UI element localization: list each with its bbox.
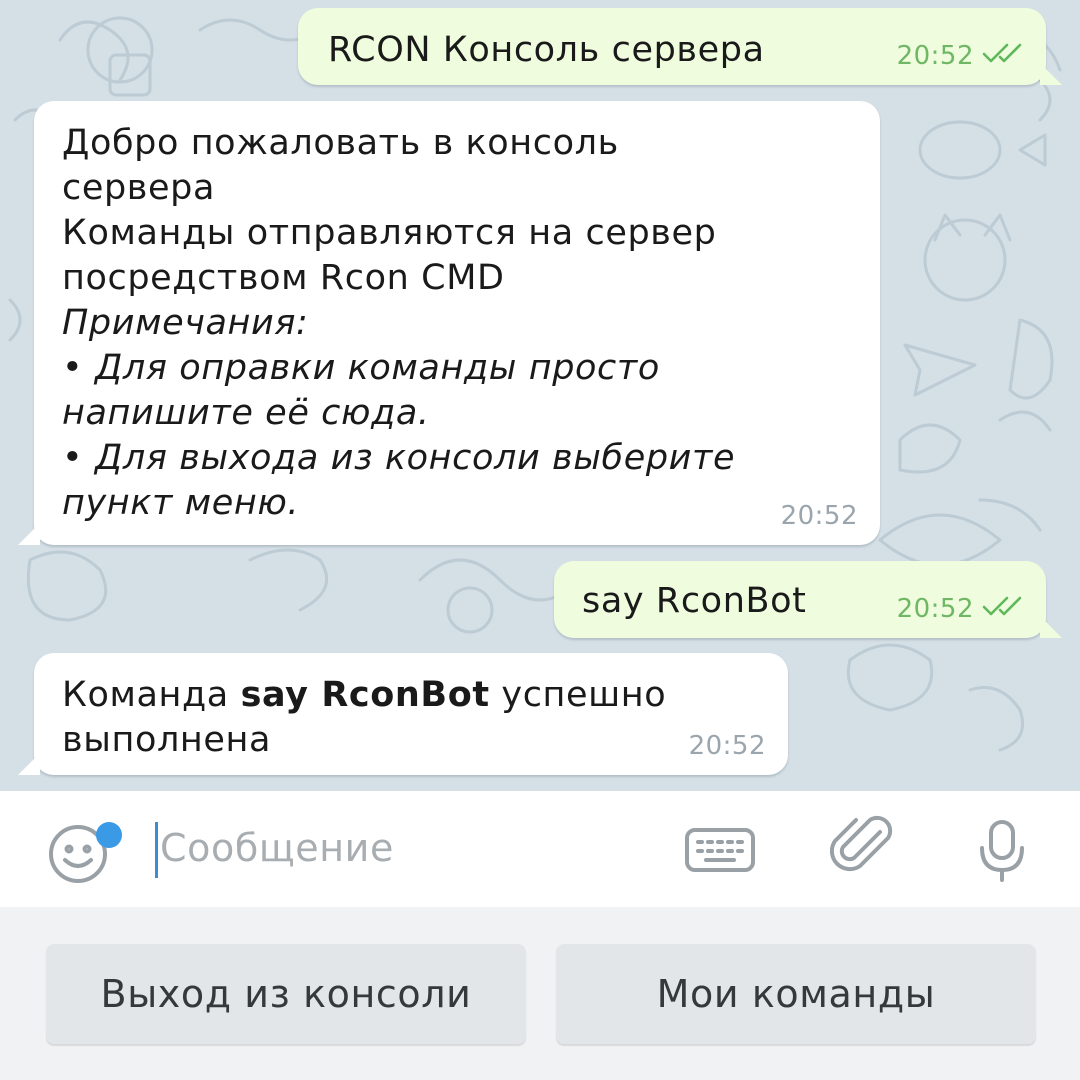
message-line: выполнена [62,720,272,760]
my-commands-button[interactable]: Мои команды [556,944,1036,1044]
message-meta: 20:52 [897,41,1024,72]
message-line: • Для оправки команды просто [62,348,660,388]
message-text: Команда say RconBot успешно выполнена [62,673,666,763]
message-text-prefix: Команда [62,675,241,715]
message-time: 20:52 [780,501,858,531]
message-line: пункт меню. [62,483,300,523]
message-command-bold: say RconBot [240,675,490,715]
message-text: Добро пожаловать в консоль сервера Коман… [62,121,735,526]
message-line: Команда say RconBot успешно [62,673,666,718]
outgoing-message-bubble[interactable]: say RconBot 20:52 [554,561,1062,638]
paperclip-icon[interactable] [829,812,900,882]
message-line: Добро пожаловать в консоль [62,123,619,163]
incoming-message-bubble[interactable]: Команда say RconBot успешно выполнена 20… [18,653,788,775]
message-input[interactable] [154,818,654,878]
text-cursor [155,822,158,878]
exit-console-button[interactable]: Выход из консоли [46,944,526,1044]
double-check-icon [982,41,1024,71]
message-line: посредством Rcon CMD [62,258,505,298]
message-line: • Для выхода из консоли выберите [62,438,736,478]
message-text-suffix: успешно [489,675,667,715]
message-time: 20:52 [688,731,766,761]
message-text: say RconBot [582,581,807,621]
message-line: сервера [62,168,216,208]
keyboard-icon[interactable] [684,826,756,874]
smiley-face-icon[interactable] [46,822,122,884]
message-text: RCON Консоль сервера [328,30,765,70]
message-time: 20:52 [896,593,974,624]
notification-dot [96,822,122,848]
double-check-icon [982,594,1024,624]
message-meta: 20:52 [897,594,1024,625]
message-line: Команды отправляются на сервер [62,213,717,253]
chat-area[interactable]: RCON Консоль сервера 20:52 Добро пожалов… [0,0,1080,790]
outgoing-message-bubble[interactable]: RCON Консоль сервера 20:52 [298,8,1062,85]
microphone-icon[interactable] [974,818,1030,884]
message-time: 20:52 [896,40,974,71]
message-line: Примечания: [62,303,309,343]
incoming-message-bubble[interactable]: Добро пожаловать в консоль сервера Коман… [18,101,880,545]
message-line: напишите её сюда. [62,393,430,433]
